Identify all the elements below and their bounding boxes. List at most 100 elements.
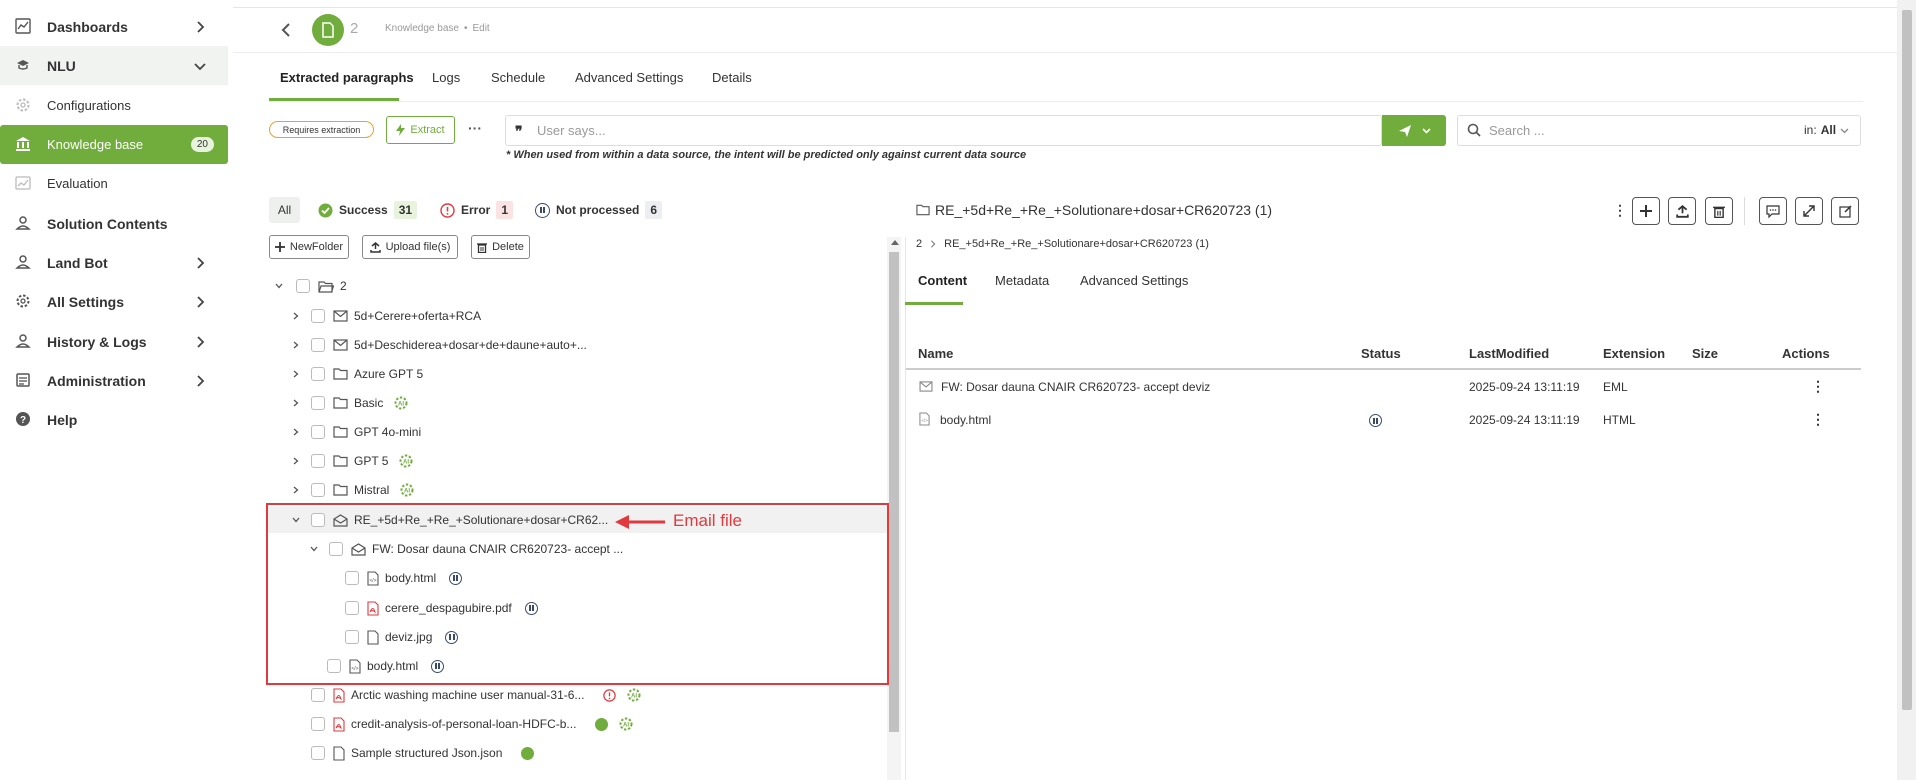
filter-success[interactable]: Success 31: [318, 201, 418, 219]
back-arrow-icon[interactable]: [276, 20, 296, 40]
upload-button[interactable]: [1668, 197, 1696, 225]
row-checkbox[interactable]: [311, 367, 325, 381]
chevron-right-icon[interactable]: [291, 311, 303, 321]
cell-name[interactable]: FW: Dosar dauna CNAIR CR620723- accept d…: [941, 380, 1210, 394]
row-checkbox[interactable]: [311, 396, 325, 410]
row-checkbox[interactable]: [311, 746, 325, 760]
col-last-modified[interactable]: LastModified: [1469, 346, 1549, 361]
tree-row[interactable]: credit-analysis-of-personal-loan-HDFC-b.…: [311, 712, 634, 736]
sidebar-item-label: Help: [47, 411, 78, 428]
folder-icon: [333, 368, 348, 380]
upload-files-button[interactable]: Upload file(s): [362, 235, 458, 259]
sidebar-item-dashboards[interactable]: Dashboards: [0, 7, 228, 46]
folder-icon: [333, 426, 348, 438]
col-name[interactable]: Name: [918, 346, 953, 361]
kebab-menu-icon[interactable]: ⋮: [1613, 203, 1627, 217]
tab-metadata[interactable]: Metadata: [995, 273, 1049, 288]
row-checkbox[interactable]: [311, 454, 325, 468]
sidebar-item-all-settings[interactable]: All Settings: [0, 282, 228, 321]
page-scrollbar-thumb[interactable]: [1902, 10, 1912, 710]
row-checkbox[interactable]: [311, 425, 325, 439]
chat-button[interactable]: [1759, 197, 1787, 225]
delete-button[interactable]: Delete: [471, 235, 530, 259]
svg-text:?: ?: [20, 415, 26, 426]
chevron-right-icon[interactable]: [291, 398, 303, 408]
tree-row[interactable]: Mistral AI: [291, 478, 415, 502]
col-extension[interactable]: Extension: [1603, 346, 1665, 361]
sidebar-item-land-bot[interactable]: Land Bot: [0, 243, 228, 282]
row-checkbox[interactable]: [296, 279, 310, 293]
sidebar-item-nlu[interactable]: NLU: [0, 46, 228, 85]
breadcrumb-root[interactable]: 2: [916, 238, 922, 250]
filter-not-processed[interactable]: Not processed 6: [535, 201, 663, 219]
tab-schedule[interactable]: Schedule: [491, 70, 545, 85]
sidebar-item-help[interactable]: ? Help: [0, 400, 228, 439]
tab-advanced-settings[interactable]: Advanced Settings: [575, 70, 683, 85]
panel-divider: [905, 237, 906, 780]
tree-row[interactable]: Basic AI: [291, 391, 409, 415]
chevron-right-icon[interactable]: [291, 369, 303, 379]
sidebar-item-history-logs[interactable]: History & Logs: [0, 322, 228, 361]
chevron-right-icon[interactable]: [291, 340, 303, 350]
tab-detail-advanced-settings[interactable]: Advanced Settings: [1080, 273, 1188, 288]
row-kebab-icon[interactable]: ⋮: [1811, 411, 1825, 428]
sidebar-item-evaluation[interactable]: Evaluation: [0, 164, 228, 203]
new-folder-button[interactable]: NewFolder: [269, 235, 349, 259]
user-says-input[interactable]: User says...: [537, 123, 606, 138]
sidebar-item-administration[interactable]: Administration: [0, 361, 228, 400]
tree-row[interactable]: 5d+Deschiderea+dosar+de+daune+auto+...: [291, 333, 587, 357]
scrollbar-thumb[interactable]: [889, 252, 899, 732]
sidebar-item-knowledge-base[interactable]: Knowledge base 20: [0, 125, 228, 164]
row-checkbox[interactable]: [311, 483, 325, 497]
filter-error[interactable]: Error 1: [440, 201, 514, 219]
send-button[interactable]: [1382, 115, 1446, 146]
chevron-right-icon[interactable]: [291, 456, 303, 466]
tree-row[interactable]: GPT 5 AI: [291, 449, 414, 473]
extract-button[interactable]: Extract: [386, 116, 455, 144]
cell-name[interactable]: body.html: [940, 413, 991, 427]
tree-row[interactable]: GPT 4o-mini: [291, 420, 421, 444]
expand-button[interactable]: [1795, 197, 1823, 225]
chevron-right-icon[interactable]: [291, 427, 303, 437]
error-circle-icon: [440, 202, 455, 218]
tree-row[interactable]: Sample structured Json.json: [311, 741, 535, 765]
trash-button[interactable]: [1705, 197, 1733, 225]
tree-item-label: GPT 4o-mini: [354, 425, 422, 439]
row-checkbox[interactable]: [311, 688, 325, 702]
tree-row[interactable]: Azure GPT 5: [291, 362, 423, 386]
tree-item-label: 2: [340, 279, 347, 293]
detail-tab-indicator: [905, 302, 963, 305]
chat-icon: [1766, 204, 1780, 218]
search-input[interactable]: Search ...: [1489, 123, 1545, 138]
tab-extracted-paragraphs[interactable]: Extracted paragraphs: [280, 70, 414, 85]
edit-button[interactable]: [1831, 197, 1859, 225]
tree-row[interactable]: Arctic washing machine user manual-31-6.…: [311, 683, 642, 707]
scroll-up-icon[interactable]: [891, 240, 899, 245]
tree-row[interactable]: 2: [274, 274, 347, 298]
tab-content[interactable]: Content: [918, 273, 967, 288]
sidebar-item-solution-contents[interactable]: Solution Contents: [0, 204, 228, 243]
row-kebab-icon[interactable]: ⋮: [1811, 378, 1825, 395]
row-checkbox[interactable]: [311, 717, 325, 731]
more-horizontal-icon[interactable]: ···: [468, 120, 482, 136]
svg-text:AI: AI: [403, 460, 409, 466]
row-checkbox[interactable]: [311, 338, 325, 352]
tab-details[interactable]: Details: [712, 70, 752, 85]
filter-all[interactable]: All: [269, 197, 300, 223]
search-scope-select[interactable]: in: All: [1804, 123, 1849, 137]
success-dot-icon: [595, 717, 609, 731]
tree-row[interactable]: 5d+Cerere+oferta+RCA: [291, 304, 481, 328]
sidebar-item-configurations[interactable]: Configurations: [0, 86, 228, 125]
tab-logs[interactable]: Logs: [432, 70, 460, 85]
col-size[interactable]: Size: [1692, 346, 1718, 361]
breadcrumb-kb[interactable]: Knowledge base: [385, 23, 459, 34]
svg-text:AI: AI: [398, 402, 404, 408]
chevron-right-icon[interactable]: [291, 485, 303, 495]
col-status[interactable]: Status: [1361, 346, 1401, 361]
row-checkbox[interactable]: [311, 309, 325, 323]
settings-icon: [15, 293, 33, 311]
chevron-down-icon[interactable]: [274, 281, 286, 291]
add-button[interactable]: [1632, 197, 1660, 225]
doc-number: 2: [350, 20, 359, 37]
cell-extension: HTML: [1603, 413, 1636, 427]
